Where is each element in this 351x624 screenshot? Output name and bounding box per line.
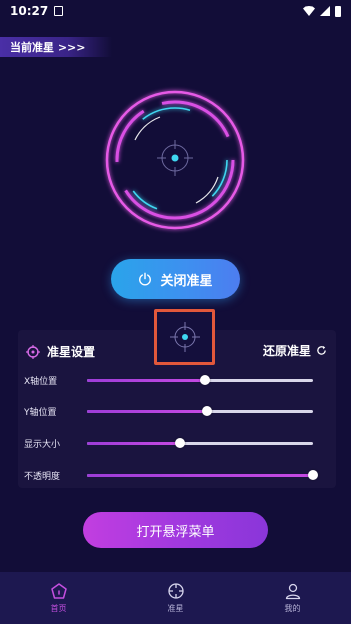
slider-label: X轴位置 — [24, 376, 58, 387]
open-floating-menu-button[interactable]: 打开悬浮菜单 — [83, 512, 268, 548]
toggle-crosshair-label: 关闭准星 — [160, 273, 213, 289]
wifi-icon — [303, 6, 315, 16]
crosshair-preview-icon — [169, 322, 200, 352]
restore-crosshair-button[interactable]: 还原准星 — [263, 342, 327, 359]
slider-display-size: 显示大小 — [24, 435, 320, 451]
crosshair-icon — [157, 140, 193, 176]
neon-ring-graphic — [105, 90, 245, 230]
slider-fill — [87, 441, 180, 445]
slider-fill — [87, 409, 207, 413]
home-pentagon-icon — [50, 583, 67, 599]
slider-track[interactable] — [87, 405, 313, 416]
tab-home[interactable]: 首页 — [0, 572, 117, 624]
status-indicators — [303, 5, 341, 17]
crosshair-display — [100, 85, 250, 235]
tab-profile[interactable]: 我的 — [234, 572, 351, 624]
battery-icon — [335, 5, 341, 17]
slider-label: Y轴位置 — [24, 407, 57, 418]
tab-crosshair[interactable]: 准星 — [117, 572, 234, 624]
slider-y-position: Y轴位置 — [24, 403, 320, 419]
slider-label: 显示大小 — [24, 439, 61, 450]
settings-title-label: 准星设置 — [47, 345, 96, 359]
tab-label: 准星 — [167, 604, 184, 613]
user-icon — [285, 583, 300, 600]
toggle-crosshair-button[interactable]: 关闭准星 — [111, 259, 240, 299]
signal-icon — [320, 6, 330, 16]
target-icon — [26, 344, 40, 359]
slider-thumb[interactable] — [174, 437, 185, 448]
status-time: 10:27 — [10, 4, 49, 18]
slider-fill — [87, 473, 313, 477]
settings-title: 准星设置 — [26, 343, 95, 360]
slider-thumb[interactable] — [308, 469, 318, 480]
slider-track[interactable] — [87, 437, 313, 448]
power-icon — [139, 272, 152, 286]
tab-label: 我的 — [284, 604, 301, 613]
status-bar: 10:27 — [0, 0, 351, 22]
slider-opacity: 不透明度 — [24, 467, 320, 483]
bottom-tab-bar: 首页 准星 我的 — [0, 572, 351, 624]
refresh-icon — [317, 345, 326, 355]
notification-icon — [54, 6, 64, 16]
slider-label: 不透明度 — [24, 471, 61, 482]
slider-track[interactable] — [87, 469, 318, 480]
crosshair-icon — [167, 583, 184, 599]
slider-thumb[interactable] — [201, 405, 212, 416]
slider-track[interactable] — [87, 374, 313, 385]
restore-label: 还原准星 — [262, 344, 311, 358]
slider-thumb[interactable] — [199, 374, 210, 385]
tab-label: 首页 — [50, 604, 67, 613]
slider-fill — [87, 378, 205, 382]
slider-x-position: X轴位置 — [24, 372, 320, 388]
current-crosshair-banner[interactable]: 当前准星 >>> — [0, 37, 112, 57]
crosshair-preview[interactable] — [154, 309, 215, 365]
